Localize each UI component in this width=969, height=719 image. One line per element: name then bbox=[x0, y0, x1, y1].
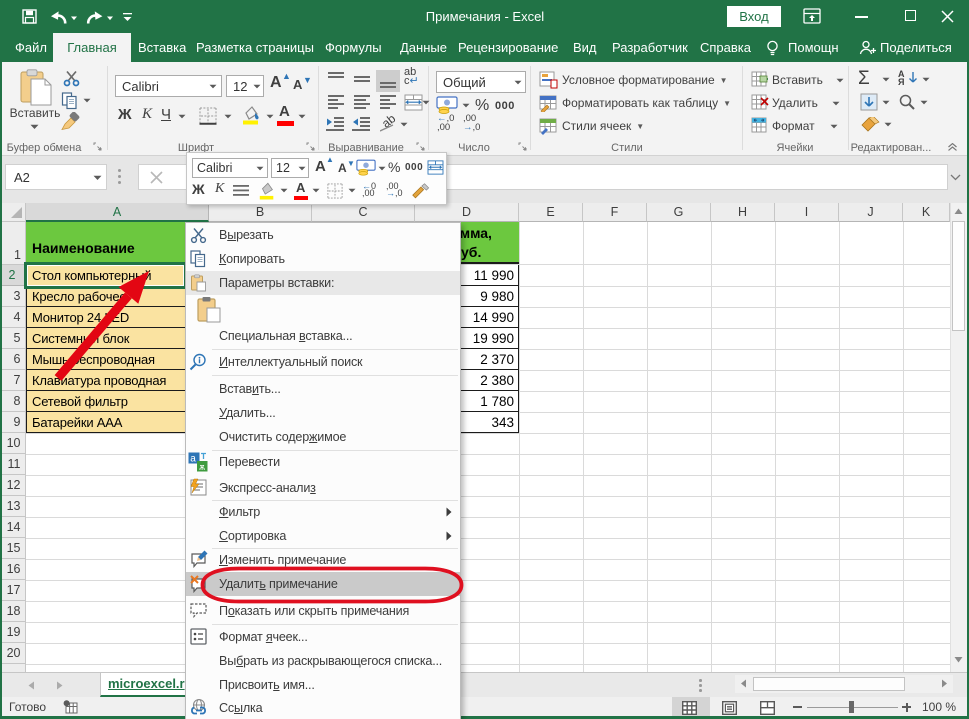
svg-text:a: a bbox=[190, 454, 196, 465]
svg-text:ѫ: ѫ bbox=[199, 462, 205, 472]
